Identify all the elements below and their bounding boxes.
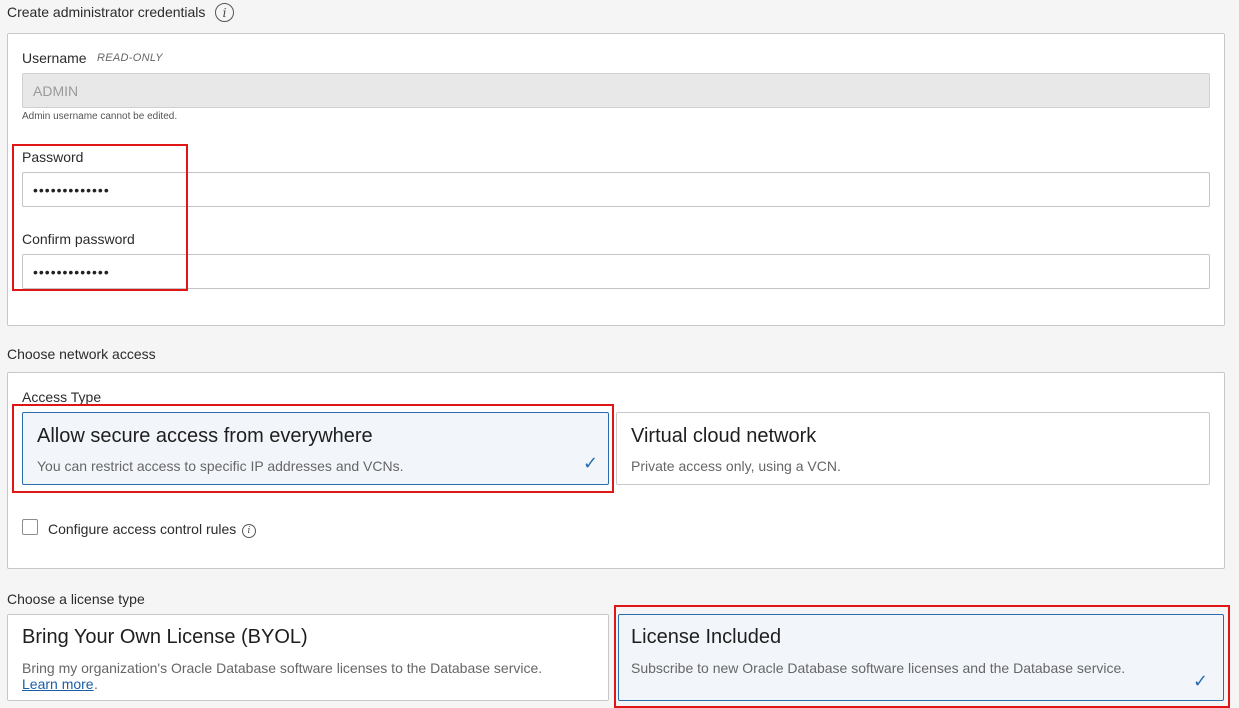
network-section-title: Choose network access — [7, 346, 156, 362]
info-icon[interactable]: i — [215, 3, 234, 22]
info-icon[interactable]: i — [242, 524, 256, 538]
username-value: ADMIN — [33, 82, 79, 99]
period-text: . — [94, 676, 98, 692]
highlight-box-password — [12, 144, 188, 291]
username-helper: Admin username cannot be edited. — [22, 111, 178, 122]
license-section-title: Choose a license type — [7, 591, 145, 607]
readonly-tag: READ-ONLY — [97, 52, 163, 64]
password-input[interactable]: ••••••••••••• — [22, 172, 1210, 207]
license-option-desc: Bring my organization's Oracle Database … — [22, 660, 543, 676]
confirm-password-input[interactable]: ••••••••••••• — [22, 254, 1210, 289]
acl-checkbox[interactable] — [22, 519, 38, 535]
highlight-box-access — [12, 404, 614, 493]
credentials-section-title: Create administrator credentials — [7, 4, 206, 20]
highlight-box-license — [614, 605, 1230, 708]
access-option-desc: Private access only, using a VCN. — [631, 458, 841, 474]
access-type-label: Access Type — [22, 389, 102, 405]
access-option-vcn[interactable]: Virtual cloud network Private access onl… — [616, 412, 1210, 485]
username-input: ADMIN — [22, 73, 1210, 108]
username-label: Username — [22, 50, 87, 66]
learn-more-link[interactable]: Learn more — [22, 676, 94, 692]
license-option-title: Bring Your Own License (BYOL) — [22, 626, 308, 648]
license-option-byol[interactable]: Bring Your Own License (BYOL) Bring my o… — [7, 614, 609, 701]
access-option-title: Virtual cloud network — [631, 425, 817, 447]
acl-label: Configure access control rules — [48, 521, 237, 537]
